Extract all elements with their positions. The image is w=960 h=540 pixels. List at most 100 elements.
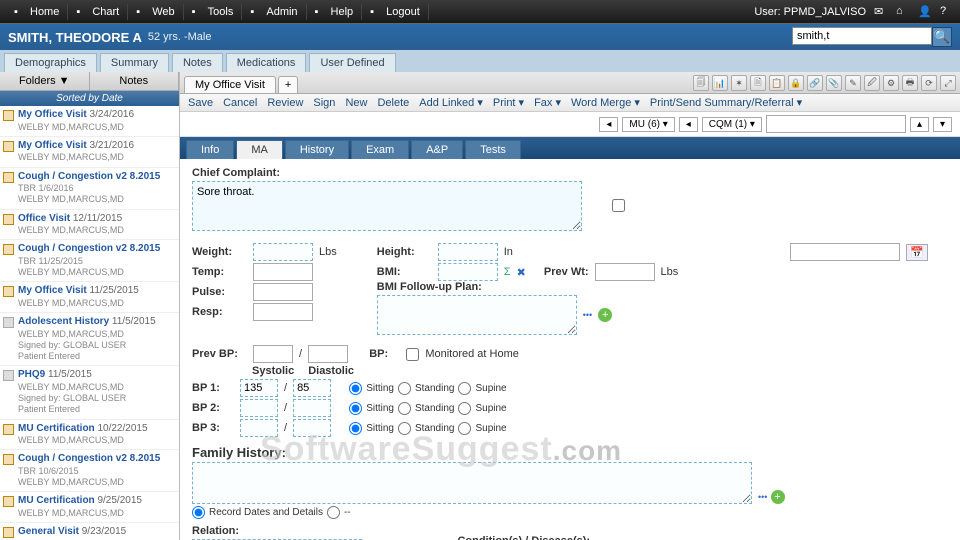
mu-dropdown[interactable]: MU (6) ▾ bbox=[622, 117, 674, 132]
bp3-supine[interactable] bbox=[458, 422, 471, 435]
nav-prev[interactable]: ◂ bbox=[599, 117, 618, 132]
weight-input[interactable] bbox=[253, 243, 313, 261]
search-button[interactable]: 🔍 bbox=[932, 27, 952, 47]
height-input[interactable] bbox=[438, 243, 498, 261]
sigma-icon[interactable]: Σ bbox=[504, 266, 511, 278]
clear-icon[interactable]: ✖ bbox=[517, 266, 526, 279]
bp1-sitting[interactable] bbox=[349, 382, 362, 395]
chief-complaint-input[interactable]: Sore throat. bbox=[192, 181, 582, 231]
bp2-supine[interactable] bbox=[458, 402, 471, 415]
tool-icon-5[interactable]: 🔒 bbox=[788, 75, 804, 91]
tab-summary[interactable]: Summary bbox=[100, 53, 169, 72]
add-bmi-plan[interactable]: + bbox=[598, 308, 612, 322]
home-icon[interactable]: ⌂ bbox=[896, 5, 910, 19]
note-item[interactable]: MU Certification 9/25/2015WELBY MD,MARCU… bbox=[0, 492, 179, 523]
nav-help[interactable]: ▪Help bbox=[307, 4, 363, 20]
action-cancel[interactable]: Cancel bbox=[223, 97, 257, 109]
nav-logout[interactable]: ▪Logout bbox=[362, 4, 429, 20]
subtab-ma[interactable]: MA bbox=[236, 140, 283, 159]
note-item[interactable]: My Office Visit 3/24/2016WELBY MD,MARCUS… bbox=[0, 106, 179, 137]
bp1-dia-input[interactable] bbox=[293, 379, 331, 397]
record-details-on[interactable] bbox=[192, 506, 205, 519]
note-item[interactable]: Adolescent History 11/5/2015WELBY MD,MAR… bbox=[0, 313, 179, 366]
action-review[interactable]: Review bbox=[267, 97, 303, 109]
tool-icon-12[interactable]: ⟳ bbox=[921, 75, 937, 91]
note-item[interactable]: My Office Visit 11/25/2015WELBY MD,MARCU… bbox=[0, 282, 179, 313]
tab-notes[interactable]: Notes bbox=[172, 53, 223, 72]
note-item[interactable]: Cough / Congestion v2 8.2015 TBR 11/25/2… bbox=[0, 240, 179, 282]
tool-icon-6[interactable]: 🔗 bbox=[807, 75, 823, 91]
action-word[interactable]: Word Merge ▾ bbox=[571, 96, 640, 109]
action-save[interactable]: Save bbox=[188, 97, 213, 109]
note-item[interactable]: MU Certification 10/22/2015WELBY MD,MARC… bbox=[0, 420, 179, 451]
bmi-input[interactable] bbox=[438, 263, 498, 281]
tool-icon-1[interactable]: 📊 bbox=[712, 75, 728, 91]
note-item[interactable]: PHQ9 11/5/2015WELBY MD,MARCUS,MDSigned b… bbox=[0, 366, 179, 419]
sort-header[interactable]: Sorted by Date bbox=[0, 91, 179, 106]
document-tab[interactable]: My Office Visit bbox=[184, 76, 276, 93]
nav-admin[interactable]: ▪Admin bbox=[242, 4, 306, 20]
prevbp-dia[interactable] bbox=[308, 345, 348, 363]
subtab-ap[interactable]: A&P bbox=[411, 140, 463, 159]
notes-tab-button[interactable]: Notes bbox=[90, 72, 180, 90]
prevbp-sys[interactable] bbox=[253, 345, 293, 363]
note-item[interactable]: General Visit 9/23/2015WELBY MD,MARCUS,M… bbox=[0, 523, 179, 540]
extra-input[interactable] bbox=[790, 243, 900, 261]
bp1-standing[interactable] bbox=[398, 382, 411, 395]
tab-user-defined[interactable]: User Defined bbox=[309, 53, 395, 72]
tool-icon-13[interactable]: ⤢ bbox=[940, 75, 956, 91]
bp1-sys-input[interactable] bbox=[240, 379, 278, 397]
nav-down[interactable]: ▾ bbox=[933, 117, 952, 132]
tool-icon-10[interactable]: ⚙ bbox=[883, 75, 899, 91]
subtab-history[interactable]: History bbox=[285, 140, 349, 159]
tool-icon-9[interactable]: 🖉 bbox=[864, 75, 880, 91]
action-delete[interactable]: Delete bbox=[377, 97, 409, 109]
cqm-dropdown[interactable]: CQM (1) ▾ bbox=[702, 117, 762, 132]
nav-tools[interactable]: ▪Tools bbox=[184, 4, 243, 20]
note-item[interactable]: Cough / Congestion v2 8.2015 TBR 10/6/20… bbox=[0, 450, 179, 492]
chief-checkbox[interactable] bbox=[612, 199, 625, 212]
subtab-info[interactable]: Info bbox=[186, 140, 234, 159]
nav-up[interactable]: ▴ bbox=[910, 117, 929, 132]
tab-medications[interactable]: Medications bbox=[226, 53, 307, 72]
bmi-plan-input[interactable] bbox=[377, 295, 577, 335]
bp2-sitting[interactable] bbox=[349, 402, 362, 415]
bp2-dia-input[interactable] bbox=[293, 399, 331, 417]
calendar-icon[interactable]: 📅 bbox=[906, 244, 928, 261]
bp3-standing[interactable] bbox=[398, 422, 411, 435]
mail-icon[interactable]: ✉ bbox=[874, 5, 888, 19]
resp-input[interactable] bbox=[253, 303, 313, 321]
action-printsend[interactable]: Print/Send Summary/Referral ▾ bbox=[650, 96, 802, 109]
patient-search-input[interactable] bbox=[792, 27, 932, 45]
help-icon[interactable]: ? bbox=[940, 5, 954, 19]
prevwt-input[interactable] bbox=[595, 263, 655, 281]
folders-dropdown[interactable]: Folders ▼ bbox=[0, 72, 90, 90]
action-sign[interactable]: Sign bbox=[313, 97, 335, 109]
quality-search[interactable] bbox=[766, 115, 906, 133]
tool-icon-3[interactable]: 🗎 bbox=[750, 75, 766, 91]
nav-chart[interactable]: ▪Chart bbox=[68, 4, 128, 20]
tab-demographics[interactable]: Demographics bbox=[4, 53, 97, 72]
pulse-input[interactable] bbox=[253, 283, 313, 301]
nav-prev2[interactable]: ◂ bbox=[679, 117, 698, 132]
nav-home[interactable]: ▪Home bbox=[6, 4, 68, 20]
note-item[interactable]: Cough / Congestion v2 8.2015 TBR 1/6/201… bbox=[0, 168, 179, 210]
nav-web[interactable]: ▪Web bbox=[128, 4, 183, 20]
bp3-sys-input[interactable] bbox=[240, 419, 278, 437]
action-new[interactable]: New bbox=[345, 97, 367, 109]
bp1-supine[interactable] bbox=[458, 382, 471, 395]
note-item[interactable]: Office Visit 12/11/2015WELBY MD,MARCUS,M… bbox=[0, 210, 179, 241]
bp2-sys-input[interactable] bbox=[240, 399, 278, 417]
tool-icon-11[interactable]: 🖶 bbox=[902, 75, 918, 91]
bp3-dia-input[interactable] bbox=[293, 419, 331, 437]
family-history-input[interactable] bbox=[192, 462, 752, 504]
temp-input[interactable] bbox=[253, 263, 313, 281]
tool-icon-0[interactable]: 🗐 bbox=[693, 75, 709, 91]
add-tab-button[interactable]: + bbox=[278, 76, 298, 93]
bp2-standing[interactable] bbox=[398, 402, 411, 415]
tool-icon-2[interactable]: ✶ bbox=[731, 75, 747, 91]
subtab-exam[interactable]: Exam bbox=[351, 140, 409, 159]
record-details-off[interactable] bbox=[327, 506, 340, 519]
action-print[interactable]: Print ▾ bbox=[493, 96, 524, 109]
subtab-tests[interactable]: Tests bbox=[465, 140, 521, 159]
